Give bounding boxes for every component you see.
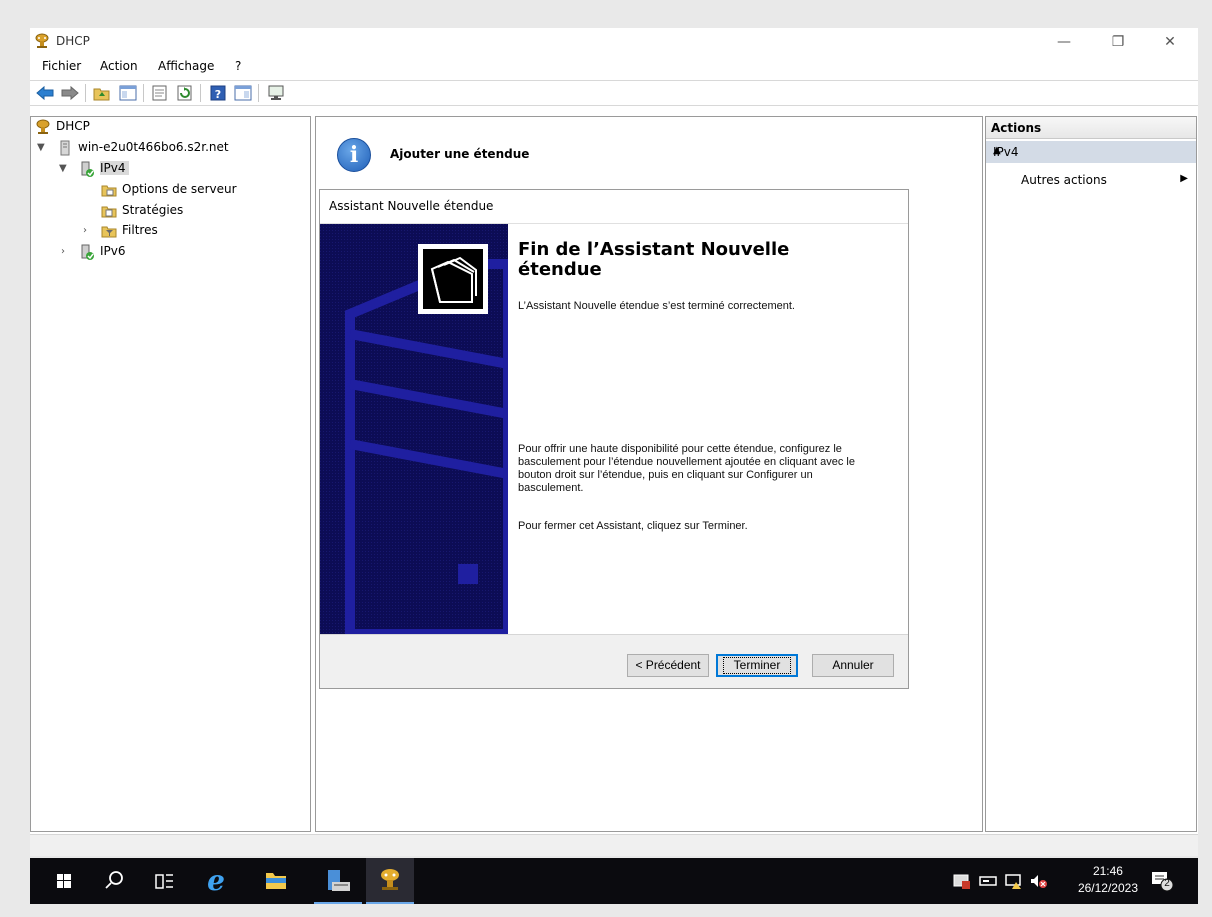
close-button[interactable]: ✕ [1148,31,1192,53]
show-hide-action-pane-icon[interactable] [233,84,253,102]
previous-button[interactable]: < Précédent [627,654,709,677]
toolbar-separator [143,84,144,102]
tree-label-dhcp: DHCP [56,119,90,133]
svg-text:e: e [207,864,225,897]
wizard-title-bar: Assistant Nouvelle étendue [320,190,908,224]
wizard-banner [320,224,508,634]
ipv4-icon [79,161,95,177]
wizard-heading: Fin de l’Assistant Nouvelle étendue [518,239,790,280]
close-instructions: Pour fermer cet Assistant, cliquez sur T… [518,520,748,532]
tree-node-policies[interactable]: Stratégies [101,201,183,219]
finish-button[interactable]: Terminer [716,654,798,677]
failover-text: Pour offrir une haute disponibilité pour… [518,443,855,494]
network-warning-icon[interactable] [952,872,972,890]
new-scope-wizard: Assistant Nouvelle étendue Fin de l’Assi… [319,189,909,689]
actions-header: Actions [986,117,1196,139]
more-actions-link[interactable]: Autres actions [1021,173,1107,187]
toolbar: ? [30,80,1198,106]
server-icon [57,140,73,156]
expand-chevron-icon[interactable]: › [61,246,73,258]
show-hide-tree-icon[interactable] [118,84,138,102]
menu-action[interactable]: Action [100,59,138,73]
internet-explorer-icon[interactable]: e [192,858,240,904]
volume-muted-icon[interactable] [1028,872,1048,890]
tree-label-server: win-e2u0t466bo6.s2r.net [78,140,229,154]
status-bar [30,834,1198,856]
toolbar-separator [258,84,259,102]
task-view-icon[interactable] [140,858,188,904]
tree-label-ipv4: IPv4 [100,161,129,175]
cancel-button[interactable]: Annuler [812,654,894,677]
wizard-title: Assistant Nouvelle étendue [329,199,494,213]
header-title: Ajouter une étendue [390,147,530,161]
up-folder-icon[interactable] [92,84,112,102]
properties-icon[interactable] [150,84,170,102]
taskbar: e 21:46 26/12/2023 2 [30,858,1198,904]
filters-folder-icon [101,223,117,239]
menu-affichage[interactable]: Affichage [158,59,214,73]
menu-fichier[interactable]: Fichier [42,59,81,73]
dhcp-app-icon [34,33,50,49]
minimize-button[interactable]: — [1042,31,1086,53]
finish-button-label: Terminer [722,657,792,674]
success-text: L’Assistant Nouvelle étendue s’est termi… [518,300,795,312]
search-icon[interactable] [90,858,138,904]
clock-date: 26/12/2023 [1077,881,1138,895]
title-bar[interactable]: DHCP — ❐ ✕ [30,28,1198,56]
window-title: DHCP [56,34,90,48]
forward-arrow-icon[interactable] [60,84,80,102]
info-icon: i [337,138,371,172]
notification-count: 2 [1164,878,1170,889]
collapse-chevron-icon[interactable]: ▼ [59,163,71,175]
refresh-icon[interactable] [175,84,195,102]
tree-node-ipv4[interactable]: IPv4 [79,159,129,177]
notification-center-icon[interactable]: 2 [1150,870,1174,892]
wizard-header: i Ajouter une étendue [317,118,981,188]
ipv6-icon [79,244,95,260]
wizard-content: Fin de l’Assistant Nouvelle étendue L’As… [508,224,908,634]
tree-node-ipv6[interactable]: IPv6 [79,242,126,260]
wizard-banner-art [320,224,508,634]
menu-bar: Fichier Action Affichage ? [30,56,1198,78]
tree-label-policies: Stratégies [122,203,184,217]
tree-label-filters: Filtres [122,223,158,237]
keyboard-icon[interactable] [978,872,998,890]
tree-node-filters[interactable]: Filtres [101,221,158,239]
system-clock[interactable]: 21:46 26/12/2023 [1078,863,1138,897]
tree-node-server-options[interactable]: Options de serveur [101,180,237,198]
collapse-up-icon[interactable]: ▲ [993,145,1188,156]
restore-button[interactable]: ❐ [1096,31,1140,53]
actions-pane: Actions IPv4 ▲ Autres actions ▶ [985,116,1197,832]
expand-chevron-icon[interactable]: › [83,225,95,237]
collapse-chevron-icon[interactable]: ▼ [37,142,49,154]
tree-label-ipv6: IPv6 [100,244,126,258]
toolbar-separator [200,84,201,102]
dhcp-icon [35,119,51,135]
monitor-icon[interactable] [266,84,286,102]
tree-node-server[interactable]: win-e2u0t466bo6.s2r.net [57,138,229,156]
options-folder-icon [101,182,117,198]
tree-label-server-options: Options de serveur [122,182,237,196]
back-arrow-icon[interactable] [35,84,55,102]
actions-section-ipv4[interactable]: IPv4 ▲ [986,141,1196,163]
submenu-arrow-icon: ▶ [1180,173,1188,184]
monitor-warning-icon[interactable] [1004,872,1024,890]
tree-node-dhcp[interactable]: DHCP [35,117,90,135]
menu-help[interactable]: ? [235,59,241,73]
file-explorer-icon[interactable] [252,858,300,904]
help-icon[interactable]: ? [208,84,228,102]
desktop: DHCP — ❐ ✕ Fichier Action Affichage ? ? … [0,0,1212,917]
svg-text:?: ? [215,88,221,101]
result-pane: i Ajouter une étendue Assistant Nouvelle… [315,116,983,832]
start-windows-icon[interactable] [40,858,88,904]
console-tree: DHCP ▼ win-e2u0t466bo6.s2r.net ▼ IPv4 Op… [30,116,311,832]
server-manager-icon[interactable] [314,858,362,904]
actions-header-label: Actions [991,121,1042,135]
wizard-button-bar: < Précédent Terminer Annuler [320,634,908,688]
toolbar-separator [85,84,86,102]
dhcp-taskbar-icon[interactable] [366,858,414,904]
policies-folder-icon [101,203,117,219]
dhcp-window: DHCP — ❐ ✕ Fichier Action Affichage ? ? … [30,28,1198,856]
clock-time: 21:46 [1092,864,1123,878]
